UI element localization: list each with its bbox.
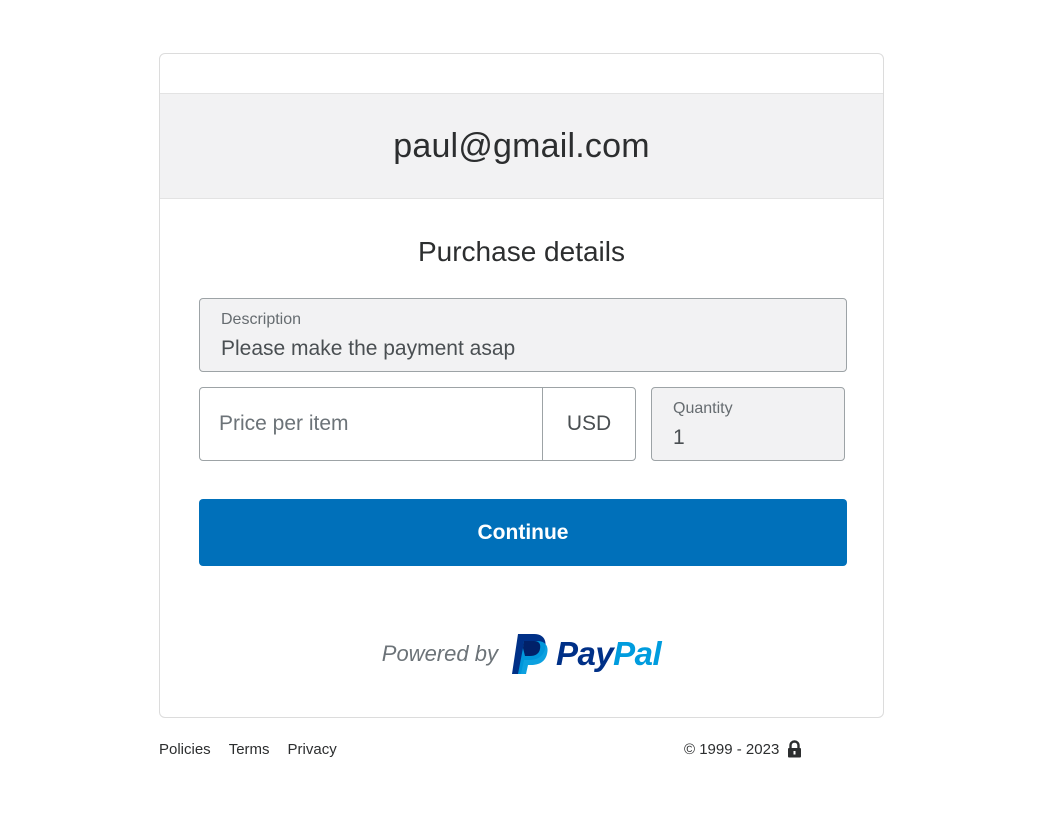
footer-link-privacy[interactable]: Privacy: [288, 741, 337, 758]
description-value: Please make the payment asap: [221, 337, 516, 360]
footer-link-policies[interactable]: Policies: [159, 741, 211, 758]
copyright-text: © 1999 - 2023: [684, 740, 780, 758]
paypal-wordmark-pay: Pay: [555, 635, 614, 672]
checkout-page: paul@gmail.com Purchase details Descript…: [0, 0, 1064, 832]
paypal-wordmark: PayPal: [555, 635, 662, 673]
quantity-label: Quantity: [673, 400, 733, 417]
purchase-card: paul@gmail.com Purchase details Descript…: [159, 53, 884, 718]
quantity-field: Quantity 1: [651, 387, 845, 461]
footer-links: Policies Terms Privacy: [159, 741, 337, 758]
copyright: © 1999 - 2023: [684, 740, 802, 758]
paypal-wordmark-pal: Pal: [613, 635, 662, 672]
lock-icon: [788, 740, 802, 758]
currency-label: USD: [542, 388, 635, 460]
footer-link-terms[interactable]: Terms: [229, 741, 270, 758]
price-input-group: USD: [199, 387, 636, 461]
powered-by-text: Powered by: [381, 641, 498, 666]
paypal-p-icon: [511, 634, 548, 674]
quantity-value: 1: [673, 426, 685, 449]
price-per-item-input[interactable]: [200, 388, 542, 460]
description-label: Description: [221, 311, 302, 328]
paypal-logo: PayPal: [510, 632, 662, 676]
account-email: paul@gmail.com: [393, 126, 650, 165]
continue-button[interactable]: Continue: [199, 499, 847, 566]
account-banner: paul@gmail.com: [160, 93, 883, 199]
powered-by-paypal: Powered by PayPal: [160, 632, 883, 676]
description-field: Description Please make the payment asap: [199, 298, 847, 372]
purchase-details-title: Purchase details: [417, 236, 625, 267]
